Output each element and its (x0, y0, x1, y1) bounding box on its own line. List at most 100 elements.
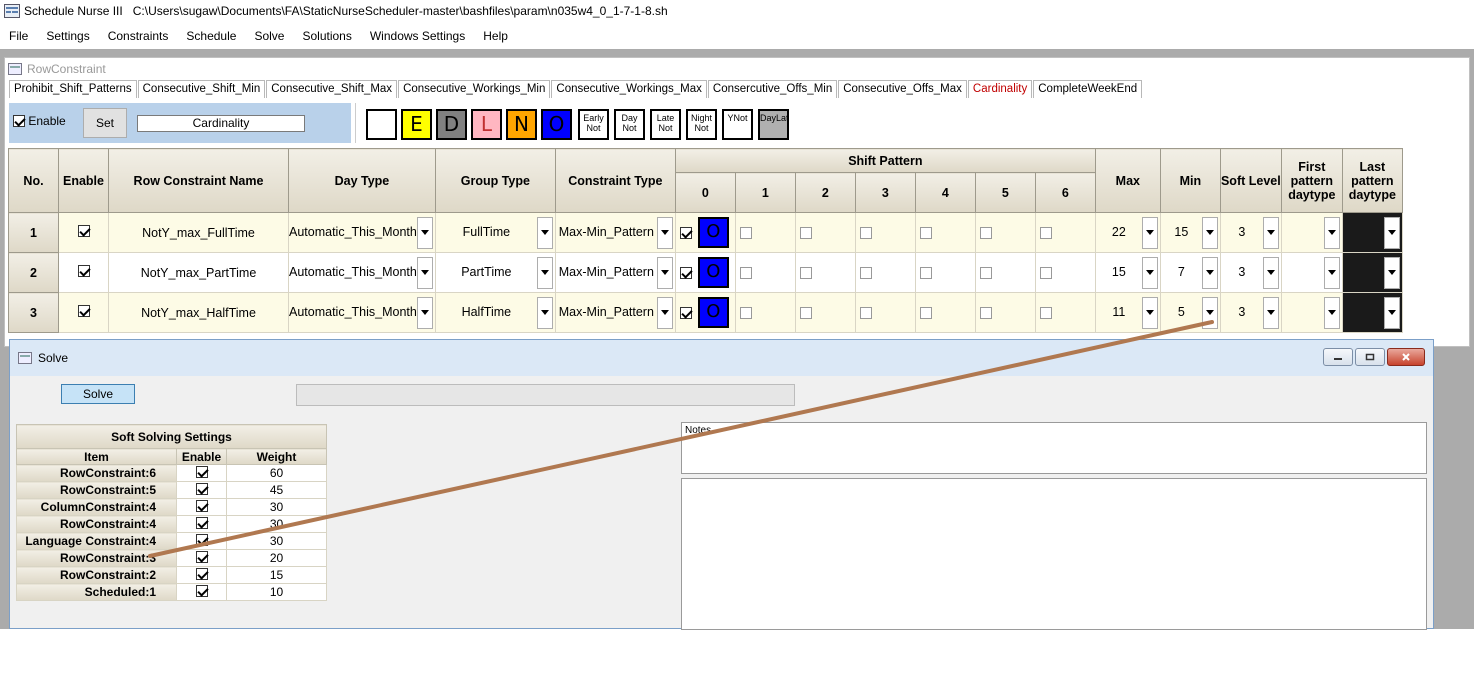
dropdown-arrow-icon[interactable] (416, 216, 433, 249)
min-dropdown[interactable]: 15 (1159, 212, 1221, 253)
shift-checkbox[interactable] (739, 266, 752, 279)
shift-checkbox[interactable] (919, 306, 932, 319)
palette-day-not[interactable]: Day Not (614, 109, 645, 140)
shift-checkbox[interactable] (679, 266, 692, 279)
dropdown-arrow-icon[interactable] (1201, 216, 1218, 249)
soft-enable-checkbox[interactable] (195, 550, 208, 563)
dropdown-arrow-icon[interactable] (1141, 256, 1158, 289)
tab-consecutive-offs-max[interactable]: Consecutive_Offs_Max (838, 80, 967, 98)
palette-late[interactable]: L (471, 109, 502, 140)
soft-weight[interactable]: 20 (226, 549, 327, 567)
shift-off-box[interactable]: O (697, 297, 729, 328)
day-type-dropdown[interactable]: Automatic_This_Month (288, 292, 436, 333)
first-pattern-dropdown[interactable] (1280, 292, 1343, 333)
row-name[interactable]: NotY_max_FullTime (108, 212, 289, 253)
menu-settings[interactable]: Settings (37, 29, 98, 43)
last-pattern-dropdown[interactable] (1341, 292, 1403, 333)
tab-prohibit-shift-patterns[interactable]: Prohibit_Shift_Patterns (9, 80, 137, 98)
solve-button[interactable]: Solve (61, 384, 135, 404)
shift-checkbox[interactable] (679, 306, 692, 319)
dropdown-arrow-icon[interactable] (1201, 296, 1218, 329)
shift-checkbox[interactable] (799, 306, 812, 319)
shift-off-box[interactable]: O (697, 217, 729, 248)
set-button[interactable]: Set (83, 108, 127, 138)
tab-consecutive-workings-min[interactable]: Consecutive_Workings_Min (398, 80, 551, 98)
first-pattern-dropdown[interactable] (1280, 212, 1343, 253)
menu-schedule[interactable]: Schedule (177, 29, 245, 43)
row-name[interactable]: NotY_max_PartTime (108, 252, 289, 293)
shift-checkbox[interactable] (799, 226, 812, 239)
palette-day[interactable]: D (436, 109, 467, 140)
dropdown-arrow-icon[interactable] (656, 296, 673, 329)
shift-checkbox[interactable] (859, 226, 872, 239)
group-type-dropdown[interactable]: HalfTime (434, 292, 556, 333)
soft-weight[interactable]: 30 (226, 532, 327, 550)
shift-checkbox[interactable] (979, 306, 992, 319)
menu-windows-settings[interactable]: Windows Settings (361, 29, 474, 43)
maximize-button[interactable] (1355, 348, 1385, 366)
soft-level-dropdown[interactable]: 3 (1219, 292, 1282, 333)
shift-checkbox[interactable] (979, 266, 992, 279)
row-enable-checkbox[interactable] (77, 265, 90, 277)
max-dropdown[interactable]: 11 (1094, 292, 1161, 333)
menu-constraints[interactable]: Constraints (99, 29, 178, 43)
shift-checkbox[interactable] (859, 266, 872, 279)
max-dropdown[interactable]: 22 (1094, 212, 1161, 253)
soft-enable-checkbox[interactable] (195, 482, 208, 495)
dropdown-arrow-icon[interactable] (1262, 216, 1279, 249)
menu-solutions[interactable]: Solutions (293, 29, 360, 43)
group-type-dropdown[interactable]: PartTime (434, 252, 556, 293)
soft-weight[interactable]: 60 (226, 464, 327, 482)
dropdown-arrow-icon[interactable] (536, 256, 553, 289)
shift-checkbox[interactable] (1039, 226, 1052, 239)
soft-enable-checkbox[interactable] (195, 516, 208, 529)
dropdown-arrow-icon[interactable] (1141, 216, 1158, 249)
dropdown-arrow-icon[interactable] (1383, 296, 1400, 329)
group-type-dropdown[interactable]: FullTime (434, 212, 556, 253)
dropdown-arrow-icon[interactable] (1323, 216, 1340, 249)
min-dropdown[interactable]: 7 (1159, 252, 1221, 293)
shift-checkbox[interactable] (979, 226, 992, 239)
dropdown-arrow-icon[interactable] (1323, 296, 1340, 329)
tab-consecutive-shift-min[interactable]: Consecutive_Shift_Min (137, 80, 266, 98)
soft-enable-checkbox[interactable] (195, 533, 208, 546)
dropdown-arrow-icon[interactable] (1141, 296, 1158, 329)
dropdown-arrow-icon[interactable] (1262, 296, 1279, 329)
soft-level-dropdown[interactable]: 3 (1219, 212, 1282, 253)
palette-blank[interactable] (366, 109, 397, 140)
shift-checkbox[interactable] (799, 266, 812, 279)
dropdown-arrow-icon[interactable] (416, 256, 433, 289)
constraint-name-field[interactable]: Cardinality (137, 115, 305, 132)
row-enable-checkbox[interactable] (77, 225, 90, 237)
tab-cardinality[interactable]: Cardinality (967, 80, 1033, 98)
constraint-type-dropdown[interactable]: Max-Min_Pattern (554, 292, 676, 333)
palette-early[interactable]: E (401, 109, 432, 140)
palette-day-late-not[interactable]: DayLateNot (758, 109, 789, 140)
solve-output-area[interactable] (681, 478, 1427, 630)
menu-solve[interactable]: Solve (245, 29, 293, 43)
palette-late-not[interactable]: Late Not (650, 109, 681, 140)
soft-weight[interactable]: 10 (226, 583, 327, 601)
dropdown-arrow-icon[interactable] (656, 216, 673, 249)
soft-level-dropdown[interactable]: 3 (1219, 252, 1282, 293)
palette-off[interactable]: O (541, 109, 572, 140)
dropdown-arrow-icon[interactable] (1323, 256, 1340, 289)
minimize-button[interactable] (1323, 348, 1353, 366)
menu-file[interactable]: File (0, 29, 37, 43)
palette-night-not[interactable]: Night Not (686, 109, 717, 140)
dropdown-arrow-icon[interactable] (536, 296, 553, 329)
soft-weight[interactable]: 45 (226, 481, 327, 499)
soft-enable-checkbox[interactable] (195, 465, 208, 478)
soft-weight[interactable]: 30 (226, 515, 327, 533)
dropdown-arrow-icon[interactable] (1262, 256, 1279, 289)
day-type-dropdown[interactable]: Automatic_This_Month (288, 212, 436, 253)
row-name[interactable]: NotY_max_HalfTime (108, 292, 289, 333)
soft-weight[interactable]: 15 (226, 566, 327, 584)
max-dropdown[interactable]: 15 (1094, 252, 1161, 293)
day-type-dropdown[interactable]: Automatic_This_Month (288, 252, 436, 293)
shift-checkbox[interactable] (679, 226, 692, 239)
shift-checkbox[interactable] (1039, 266, 1052, 279)
soft-enable-checkbox[interactable] (195, 567, 208, 580)
min-dropdown[interactable]: 5 (1159, 292, 1221, 333)
constraint-type-dropdown[interactable]: Max-Min_Pattern (554, 252, 676, 293)
